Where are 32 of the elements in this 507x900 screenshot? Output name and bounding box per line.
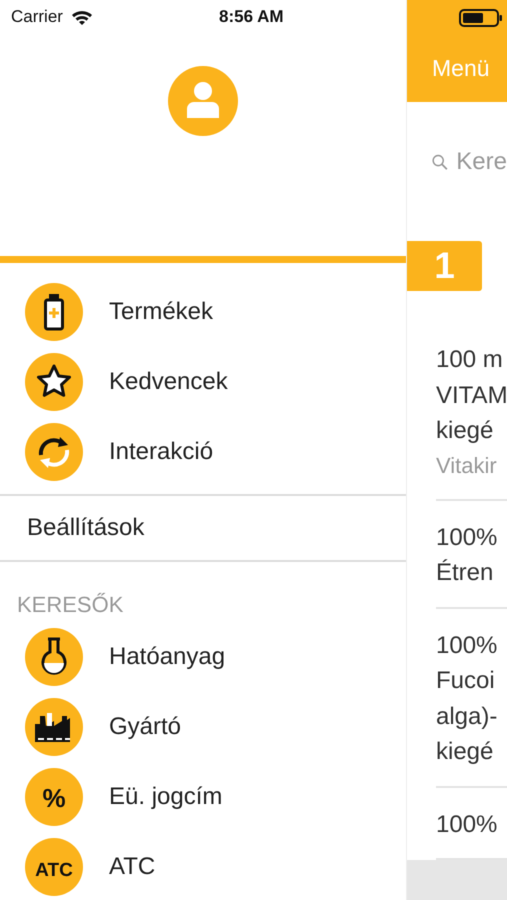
result-text: 100% [436, 522, 498, 552]
carrier-label: Carrier [11, 7, 63, 27]
menu-item[interactable]: Kedvencek [0, 347, 406, 417]
menu-item[interactable]: Gyártó [0, 692, 406, 762]
atc-icon: ATC [25, 838, 83, 896]
result-text: VITAM [436, 380, 507, 410]
result-text: Fucoi [436, 666, 496, 696]
menu-item[interactable]: ATC ATC [0, 832, 406, 900]
result-text: 100% [436, 630, 498, 660]
bottle-icon [25, 283, 83, 341]
percent-icon: % [25, 768, 83, 826]
avatar-icon [168, 66, 238, 136]
flask-icon [25, 628, 83, 686]
factory-icon [25, 698, 83, 756]
result-text: kiegé [436, 416, 494, 446]
result-text: Étren [436, 558, 494, 588]
result-text: alga)- [436, 702, 498, 732]
menu-item[interactable]: Interakció [0, 417, 406, 487]
refresh-icon [25, 423, 83, 481]
result-text: 100 m [436, 345, 504, 375]
result-subtitle: Vitakir [436, 452, 498, 480]
step-badge: 1 [407, 241, 482, 291]
battery-icon [459, 9, 503, 27]
result-text: kiegé [436, 737, 494, 767]
wifi-icon [70, 9, 93, 25]
result-text: 100% [436, 810, 498, 840]
menu-item[interactable]: Termékek [0, 277, 406, 347]
status-time: 8:56 AM [219, 7, 284, 27]
menu-item[interactable]: Hatóanyag [0, 622, 406, 692]
section-title: KERESŐK [16, 591, 124, 619]
menu-item[interactable]: % Eü. jogcím [0, 762, 406, 832]
settings-item[interactable]: Beállítások [0, 494, 406, 562]
